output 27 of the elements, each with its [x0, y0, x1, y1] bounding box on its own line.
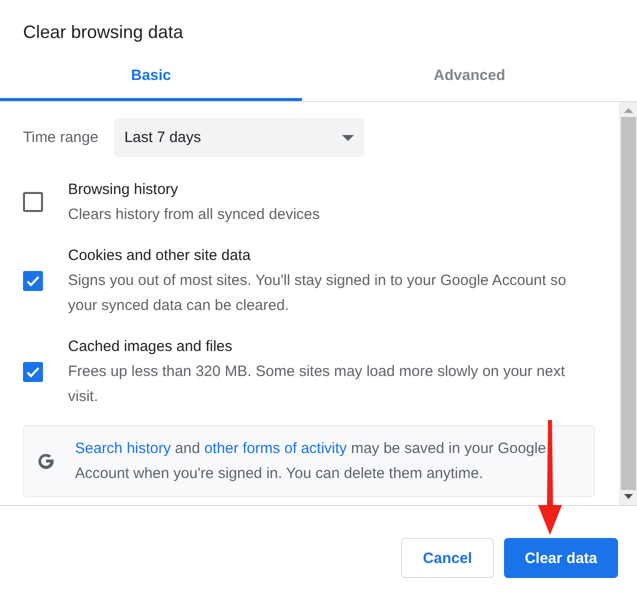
option-description: Clears history from all synced devices	[68, 205, 321, 225]
option-description: Signs you out of most sites. You'll stay signed in to your Google Account so your synced data can be cleared.	[68, 271, 568, 316]
option-title: Cached images and files	[68, 337, 234, 357]
checkbox[interactable]	[23, 362, 43, 382]
option-description: Frees up less than 320 MB. Some sites may load more slowly on your next visit.	[68, 362, 566, 407]
dialog-title: Clear browsing data	[22, 21, 184, 44]
option-title: Cookies and other site data	[68, 246, 252, 266]
info-text: Search history and other forms of activity may be saved in your Google Account when you're signed in. You can delete them anytime.	[75, 439, 548, 484]
cancel-button[interactable]: Cancel	[401, 538, 494, 578]
checkbox[interactable]	[23, 270, 43, 290]
scroll-down-icon	[624, 494, 632, 499]
checkmark-icon	[26, 366, 40, 378]
clear-data-button[interactable]: Clear data	[504, 538, 618, 578]
checkbox[interactable]	[23, 192, 43, 212]
scroll-up-icon	[624, 108, 632, 113]
google-g-icon	[37, 452, 55, 470]
caret-icon	[342, 134, 354, 140]
time-range-dropdown[interactable]: Last 7 days	[114, 118, 364, 157]
link[interactable]: Search history	[75, 440, 171, 457]
link[interactable]: other forms of activity	[204, 440, 347, 457]
option-title: Browsing history	[68, 180, 180, 200]
tab[interactable]: Advanced	[302, 53, 637, 101]
checkmark-icon	[26, 274, 40, 286]
scrollbar[interactable]	[619, 102, 637, 505]
time-range-label: Time range	[23, 129, 98, 146]
scroll-thumb[interactable]	[620, 117, 636, 490]
tab[interactable]: Basic	[0, 53, 302, 101]
